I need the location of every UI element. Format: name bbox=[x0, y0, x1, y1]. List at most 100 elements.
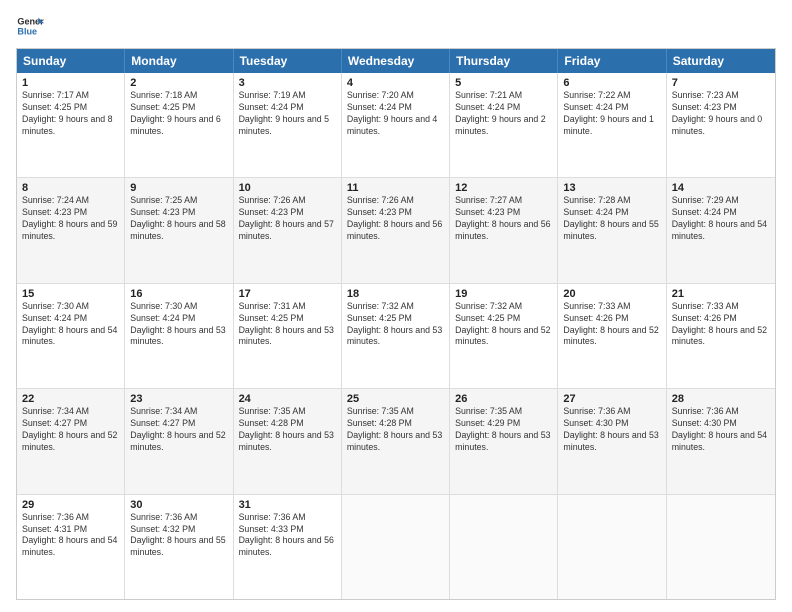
day-cell-7: 7 Sunrise: 7:23 AMSunset: 4:23 PMDayligh… bbox=[667, 73, 775, 177]
day-number: 22 bbox=[22, 393, 119, 405]
day-cell-6: 6 Sunrise: 7:22 AMSunset: 4:24 PMDayligh… bbox=[558, 73, 666, 177]
cell-info: Sunrise: 7:36 AMSunset: 4:32 PMDaylight:… bbox=[130, 512, 225, 558]
day-number: 19 bbox=[455, 288, 552, 300]
empty-cell bbox=[558, 495, 666, 599]
day-number: 1 bbox=[22, 77, 119, 89]
day-cell-8: 8 Sunrise: 7:24 AMSunset: 4:23 PMDayligh… bbox=[17, 178, 125, 282]
header-day-thursday: Thursday bbox=[450, 49, 558, 73]
cell-info: Sunrise: 7:34 AMSunset: 4:27 PMDaylight:… bbox=[130, 406, 225, 452]
day-number: 4 bbox=[347, 77, 444, 89]
header-day-wednesday: Wednesday bbox=[342, 49, 450, 73]
day-cell-4: 4 Sunrise: 7:20 AMSunset: 4:24 PMDayligh… bbox=[342, 73, 450, 177]
day-number: 29 bbox=[22, 499, 119, 511]
day-cell-20: 20 Sunrise: 7:33 AMSunset: 4:26 PMDaylig… bbox=[558, 284, 666, 388]
cell-info: Sunrise: 7:30 AMSunset: 4:24 PMDaylight:… bbox=[130, 301, 225, 347]
day-cell-17: 17 Sunrise: 7:31 AMSunset: 4:25 PMDaylig… bbox=[234, 284, 342, 388]
cell-info: Sunrise: 7:27 AMSunset: 4:23 PMDaylight:… bbox=[455, 195, 550, 241]
day-cell-10: 10 Sunrise: 7:26 AMSunset: 4:23 PMDaylig… bbox=[234, 178, 342, 282]
cell-info: Sunrise: 7:36 AMSunset: 4:31 PMDaylight:… bbox=[22, 512, 117, 558]
day-cell-3: 3 Sunrise: 7:19 AMSunset: 4:24 PMDayligh… bbox=[234, 73, 342, 177]
cell-info: Sunrise: 7:33 AMSunset: 4:26 PMDaylight:… bbox=[563, 301, 658, 347]
day-cell-30: 30 Sunrise: 7:36 AMSunset: 4:32 PMDaylig… bbox=[125, 495, 233, 599]
logo-icon: General Blue bbox=[16, 12, 44, 40]
day-number: 23 bbox=[130, 393, 227, 405]
day-cell-12: 12 Sunrise: 7:27 AMSunset: 4:23 PMDaylig… bbox=[450, 178, 558, 282]
page: General Blue SundayMondayTuesdayWednesda… bbox=[0, 0, 792, 612]
cell-info: Sunrise: 7:26 AMSunset: 4:23 PMDaylight:… bbox=[347, 195, 442, 241]
empty-cell bbox=[667, 495, 775, 599]
header-day-friday: Friday bbox=[558, 49, 666, 73]
day-cell-9: 9 Sunrise: 7:25 AMSunset: 4:23 PMDayligh… bbox=[125, 178, 233, 282]
day-cell-31: 31 Sunrise: 7:36 AMSunset: 4:33 PMDaylig… bbox=[234, 495, 342, 599]
day-number: 27 bbox=[563, 393, 660, 405]
cell-info: Sunrise: 7:20 AMSunset: 4:24 PMDaylight:… bbox=[347, 90, 437, 136]
day-cell-11: 11 Sunrise: 7:26 AMSunset: 4:23 PMDaylig… bbox=[342, 178, 450, 282]
day-number: 15 bbox=[22, 288, 119, 300]
header-day-tuesday: Tuesday bbox=[234, 49, 342, 73]
cell-info: Sunrise: 7:17 AMSunset: 4:25 PMDaylight:… bbox=[22, 90, 112, 136]
header-day-saturday: Saturday bbox=[667, 49, 775, 73]
day-number: 12 bbox=[455, 182, 552, 194]
calendar-body: 1 Sunrise: 7:17 AMSunset: 4:25 PMDayligh… bbox=[17, 73, 775, 599]
empty-cell bbox=[450, 495, 558, 599]
day-number: 7 bbox=[672, 77, 770, 89]
day-cell-22: 22 Sunrise: 7:34 AMSunset: 4:27 PMDaylig… bbox=[17, 389, 125, 493]
day-cell-25: 25 Sunrise: 7:35 AMSunset: 4:28 PMDaylig… bbox=[342, 389, 450, 493]
cell-info: Sunrise: 7:25 AMSunset: 4:23 PMDaylight:… bbox=[130, 195, 225, 241]
day-number: 6 bbox=[563, 77, 660, 89]
cell-info: Sunrise: 7:31 AMSunset: 4:25 PMDaylight:… bbox=[239, 301, 334, 347]
cell-info: Sunrise: 7:33 AMSunset: 4:26 PMDaylight:… bbox=[672, 301, 767, 347]
day-number: 5 bbox=[455, 77, 552, 89]
day-number: 25 bbox=[347, 393, 444, 405]
calendar-week-5: 29 Sunrise: 7:36 AMSunset: 4:31 PMDaylig… bbox=[17, 495, 775, 599]
day-cell-29: 29 Sunrise: 7:36 AMSunset: 4:31 PMDaylig… bbox=[17, 495, 125, 599]
day-number: 30 bbox=[130, 499, 227, 511]
day-number: 21 bbox=[672, 288, 770, 300]
day-cell-5: 5 Sunrise: 7:21 AMSunset: 4:24 PMDayligh… bbox=[450, 73, 558, 177]
cell-info: Sunrise: 7:32 AMSunset: 4:25 PMDaylight:… bbox=[455, 301, 550, 347]
header-day-sunday: Sunday bbox=[17, 49, 125, 73]
cell-info: Sunrise: 7:26 AMSunset: 4:23 PMDaylight:… bbox=[239, 195, 334, 241]
day-number: 2 bbox=[130, 77, 227, 89]
cell-info: Sunrise: 7:32 AMSunset: 4:25 PMDaylight:… bbox=[347, 301, 442, 347]
day-cell-26: 26 Sunrise: 7:35 AMSunset: 4:29 PMDaylig… bbox=[450, 389, 558, 493]
calendar-header: SundayMondayTuesdayWednesdayThursdayFrid… bbox=[17, 49, 775, 73]
day-number: 16 bbox=[130, 288, 227, 300]
cell-info: Sunrise: 7:29 AMSunset: 4:24 PMDaylight:… bbox=[672, 195, 767, 241]
calendar-week-2: 8 Sunrise: 7:24 AMSunset: 4:23 PMDayligh… bbox=[17, 178, 775, 283]
day-cell-19: 19 Sunrise: 7:32 AMSunset: 4:25 PMDaylig… bbox=[450, 284, 558, 388]
calendar: SundayMondayTuesdayWednesdayThursdayFrid… bbox=[16, 48, 776, 600]
day-cell-23: 23 Sunrise: 7:34 AMSunset: 4:27 PMDaylig… bbox=[125, 389, 233, 493]
day-cell-16: 16 Sunrise: 7:30 AMSunset: 4:24 PMDaylig… bbox=[125, 284, 233, 388]
day-number: 17 bbox=[239, 288, 336, 300]
cell-info: Sunrise: 7:24 AMSunset: 4:23 PMDaylight:… bbox=[22, 195, 117, 241]
day-cell-28: 28 Sunrise: 7:36 AMSunset: 4:30 PMDaylig… bbox=[667, 389, 775, 493]
day-number: 18 bbox=[347, 288, 444, 300]
cell-info: Sunrise: 7:34 AMSunset: 4:27 PMDaylight:… bbox=[22, 406, 117, 452]
day-number: 9 bbox=[130, 182, 227, 194]
day-number: 8 bbox=[22, 182, 119, 194]
cell-info: Sunrise: 7:22 AMSunset: 4:24 PMDaylight:… bbox=[563, 90, 653, 136]
day-number: 26 bbox=[455, 393, 552, 405]
cell-info: Sunrise: 7:36 AMSunset: 4:33 PMDaylight:… bbox=[239, 512, 334, 558]
header: General Blue bbox=[16, 12, 776, 40]
cell-info: Sunrise: 7:30 AMSunset: 4:24 PMDaylight:… bbox=[22, 301, 117, 347]
day-cell-21: 21 Sunrise: 7:33 AMSunset: 4:26 PMDaylig… bbox=[667, 284, 775, 388]
cell-info: Sunrise: 7:23 AMSunset: 4:23 PMDaylight:… bbox=[672, 90, 762, 136]
header-day-monday: Monday bbox=[125, 49, 233, 73]
calendar-week-4: 22 Sunrise: 7:34 AMSunset: 4:27 PMDaylig… bbox=[17, 389, 775, 494]
cell-info: Sunrise: 7:35 AMSunset: 4:28 PMDaylight:… bbox=[239, 406, 334, 452]
calendar-week-3: 15 Sunrise: 7:30 AMSunset: 4:24 PMDaylig… bbox=[17, 284, 775, 389]
day-cell-27: 27 Sunrise: 7:36 AMSunset: 4:30 PMDaylig… bbox=[558, 389, 666, 493]
calendar-week-1: 1 Sunrise: 7:17 AMSunset: 4:25 PMDayligh… bbox=[17, 73, 775, 178]
logo: General Blue bbox=[16, 12, 44, 40]
day-cell-1: 1 Sunrise: 7:17 AMSunset: 4:25 PMDayligh… bbox=[17, 73, 125, 177]
cell-info: Sunrise: 7:18 AMSunset: 4:25 PMDaylight:… bbox=[130, 90, 220, 136]
day-number: 14 bbox=[672, 182, 770, 194]
day-number: 20 bbox=[563, 288, 660, 300]
day-number: 10 bbox=[239, 182, 336, 194]
day-number: 3 bbox=[239, 77, 336, 89]
cell-info: Sunrise: 7:35 AMSunset: 4:28 PMDaylight:… bbox=[347, 406, 442, 452]
cell-info: Sunrise: 7:35 AMSunset: 4:29 PMDaylight:… bbox=[455, 406, 550, 452]
cell-info: Sunrise: 7:28 AMSunset: 4:24 PMDaylight:… bbox=[563, 195, 658, 241]
